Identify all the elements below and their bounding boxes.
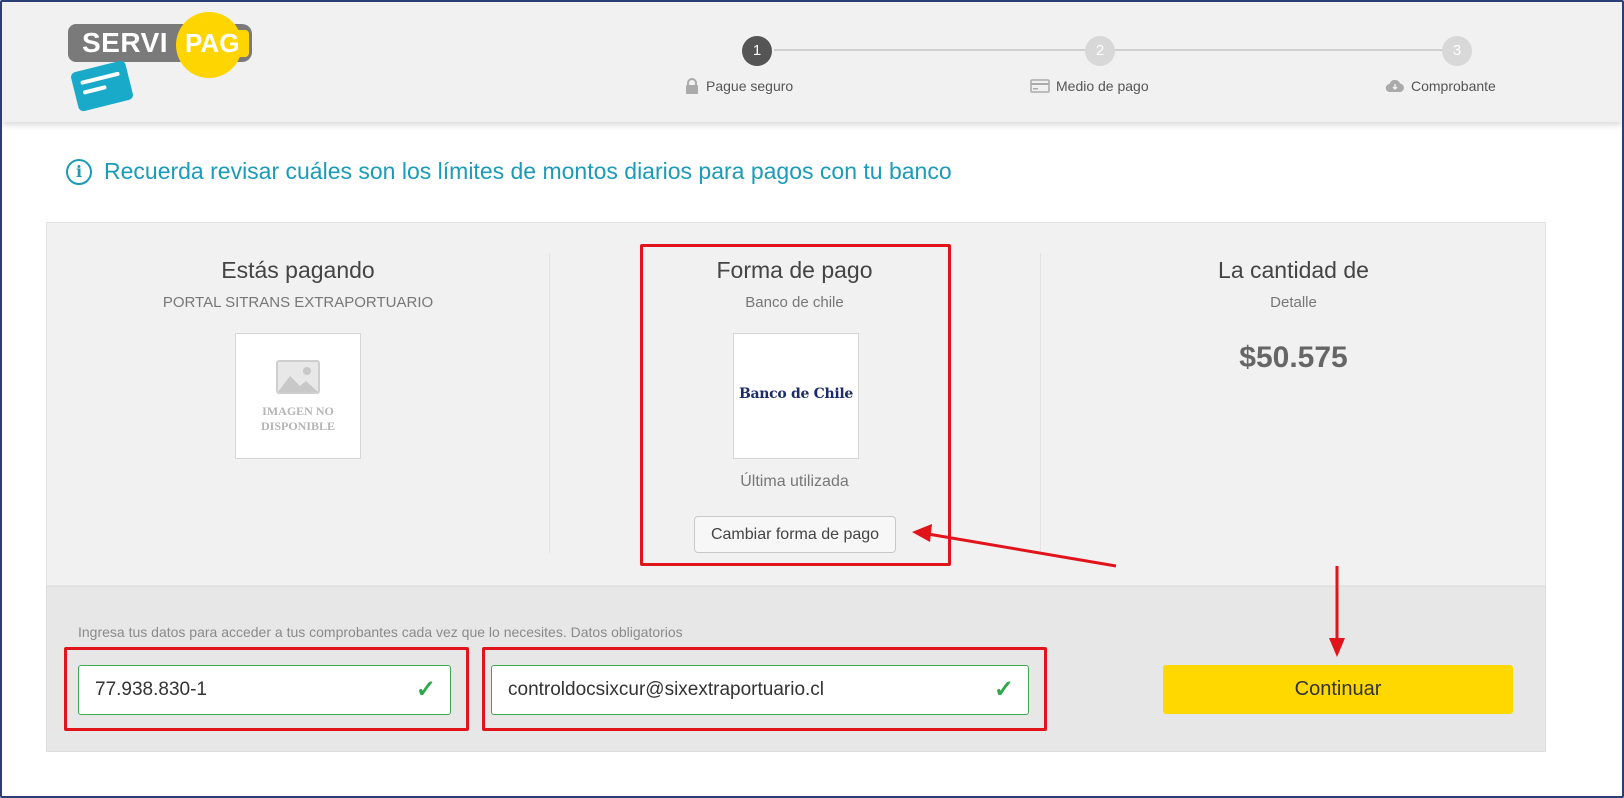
amount-title: La cantidad de <box>1218 257 1369 283</box>
email-value: controldocsixcur@sixextraportuario.cl <box>508 679 825 700</box>
last-used-label: Última utilizada <box>740 473 849 490</box>
step-1-label: Pague seguro <box>684 78 793 94</box>
paying-column: Estás pagando PORTAL SITRANS EXTRAPORTUA… <box>47 257 549 311</box>
cloud-icon <box>1385 79 1404 93</box>
merchant-image-placeholder: IMAGEN NO DISPONIBLE <box>235 333 361 459</box>
amount-detail-link[interactable]: Detalle <box>1040 294 1547 311</box>
banco-de-chile-logo: Banco de Chile <box>738 386 854 402</box>
check-icon: ✓ <box>415 676 436 703</box>
bank-name: Banco de chile <box>745 294 844 311</box>
step-2-label: Medio de pago <box>1030 78 1149 94</box>
card-logo-icon <box>69 59 135 113</box>
step-1-indicator: 1 <box>742 36 772 66</box>
step-3-indicator: 3 <box>1442 36 1472 66</box>
notice-text: Recuerda revisar cuáles son los límites … <box>104 158 952 184</box>
email-input[interactable]: controldocsixcur@sixextraportuario.cl ✓ <box>491 665 1029 715</box>
rut-value: 77.938.830-1 <box>95 679 207 700</box>
step-3-label: Comprobante <box>1385 78 1496 94</box>
check-icon: ✓ <box>993 676 1014 703</box>
merchant-name: PORTAL SITRANS EXTRAPORTUARIO <box>162 294 434 311</box>
payment-method-title: Forma de pago <box>716 257 873 283</box>
info-icon: i <box>66 158 92 185</box>
form-hint: Ingresa tus datos para acceder a tus com… <box>78 624 683 640</box>
payment-method-column: Forma de pago Banco de chile <box>549 257 1040 311</box>
header: SERVI PAG 1 2 3 Pague seguro Medio de pa… <box>2 2 1622 122</box>
servipag-logo[interactable]: SERVI PAG <box>68 12 253 113</box>
continue-button[interactable]: Continuar <box>1163 665 1513 714</box>
amount-column: La cantidad de Detalle $50.575 <box>1040 257 1547 375</box>
rut-input[interactable]: 77.938.830-1 ✓ <box>78 665 451 715</box>
image-placeholder-icon <box>276 360 320 394</box>
card-icon <box>1030 79 1050 93</box>
change-payment-method-button[interactable]: Cambiar forma de pago <box>694 516 896 553</box>
step-2-indicator: 2 <box>1085 36 1115 66</box>
logo-text-pag: PAG <box>181 30 249 57</box>
paying-title: Estás pagando <box>221 257 375 283</box>
lock-icon <box>686 78 698 94</box>
daily-limit-notice: i Recuerda revisar cuáles son los límite… <box>66 158 952 185</box>
bank-logo-box: Banco de Chile <box>733 333 859 459</box>
amount-value: $50.575 <box>1239 341 1348 374</box>
